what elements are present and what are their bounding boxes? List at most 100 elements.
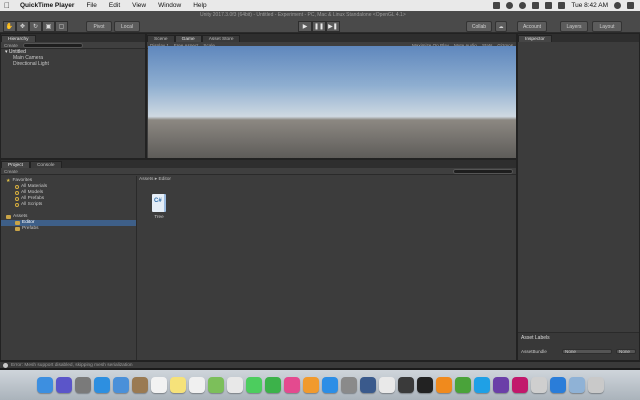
contacts-icon[interactable] bbox=[131, 377, 148, 393]
unity-hub-icon[interactable] bbox=[530, 377, 547, 393]
step-icon[interactable]: ▶❚ bbox=[326, 21, 340, 32]
scene-tab-label: Scene bbox=[154, 36, 168, 42]
folder-label: Prefabs bbox=[22, 226, 39, 231]
tab-inspector[interactable]: Inspector bbox=[518, 35, 552, 42]
menu-view[interactable]: View bbox=[126, 2, 152, 9]
spotlight-icon[interactable] bbox=[614, 2, 621, 9]
account-dropdown[interactable]: Account bbox=[517, 21, 547, 32]
script-file-tile[interactable]: C# bbox=[152, 194, 166, 212]
menu-help[interactable]: Help bbox=[187, 2, 212, 9]
hierarchy-subbar: Create bbox=[1, 42, 145, 49]
battery-icon[interactable] bbox=[558, 2, 566, 9]
move-tool-icon[interactable]: ✥ bbox=[16, 21, 29, 32]
vlc-icon[interactable] bbox=[435, 377, 452, 393]
search-icon bbox=[15, 203, 19, 207]
breadcrumb-editor[interactable]: Editor bbox=[158, 177, 171, 182]
safari-icon[interactable] bbox=[93, 377, 110, 393]
unity-icon[interactable] bbox=[397, 377, 414, 393]
scale-tool-icon[interactable]: ▣ bbox=[42, 21, 55, 32]
visual-studio-icon[interactable] bbox=[492, 377, 509, 393]
project-create-button[interactable]: Create bbox=[4, 169, 18, 174]
menu-edit[interactable]: Edit bbox=[103, 2, 126, 9]
skype-icon[interactable] bbox=[473, 377, 490, 393]
folder-icon bbox=[6, 215, 11, 219]
console-tab-label: Console bbox=[36, 162, 55, 168]
facetime-icon[interactable] bbox=[264, 377, 281, 393]
rotate-tool-icon[interactable]: ↻ bbox=[29, 21, 42, 32]
search-icon bbox=[15, 185, 19, 189]
calendar-icon[interactable] bbox=[150, 377, 167, 393]
hierarchy-create-button[interactable]: Create bbox=[4, 43, 18, 48]
trash-icon[interactable] bbox=[587, 377, 604, 393]
siri-icon[interactable] bbox=[55, 377, 72, 393]
itunes-icon[interactable] bbox=[283, 377, 300, 393]
hand-tool-icon[interactable]: ✋ bbox=[3, 21, 16, 32]
game-viewport[interactable] bbox=[148, 46, 516, 158]
downloads-icon[interactable] bbox=[568, 377, 585, 393]
layout-dropdown[interactable]: Layout bbox=[592, 21, 622, 32]
asset-bundle-row: AssetBundle None None bbox=[521, 349, 636, 354]
inspector-tabbar: Inspector bbox=[518, 34, 639, 42]
bluetooth-icon[interactable] bbox=[519, 2, 527, 9]
cloud-icon[interactable]: ☁ bbox=[495, 21, 507, 32]
finder-icon[interactable] bbox=[36, 377, 53, 393]
tab-scene[interactable]: Scene bbox=[147, 35, 175, 42]
system-preferences-icon[interactable] bbox=[340, 377, 357, 393]
breadcrumb-assets[interactable]: Assets bbox=[139, 177, 153, 182]
tab-console[interactable]: Console bbox=[29, 161, 62, 168]
asset-labels-section: Asset Labels AssetBundle None None bbox=[518, 332, 639, 360]
menu-file[interactable]: File bbox=[80, 2, 102, 9]
launchpad-icon[interactable] bbox=[74, 377, 91, 393]
messages-icon[interactable] bbox=[245, 377, 262, 393]
menu-window[interactable]: Window bbox=[152, 2, 187, 9]
quicktime-icon[interactable] bbox=[359, 377, 376, 393]
mail-icon[interactable] bbox=[112, 377, 129, 393]
inspector-tab-label: Inspector bbox=[525, 36, 545, 42]
project-tab-label: Project bbox=[8, 162, 23, 168]
collab-button[interactable]: Collab bbox=[466, 21, 492, 32]
notes-icon[interactable] bbox=[169, 377, 186, 393]
folder-prefabs[interactable]: Prefabs bbox=[1, 226, 136, 232]
xbox-icon[interactable] bbox=[454, 377, 471, 393]
project-tabbar: Project Console bbox=[1, 160, 516, 168]
tab-project[interactable]: Project bbox=[1, 161, 30, 168]
notification-center-icon[interactable] bbox=[627, 2, 634, 9]
rect-tool-icon[interactable]: ▢ bbox=[55, 21, 68, 32]
wifi-icon[interactable] bbox=[532, 2, 540, 9]
folder-icon bbox=[15, 221, 20, 225]
play-icon[interactable]: ▶ bbox=[298, 21, 312, 32]
project-panel: Project Console Create ★ Favorites All Ma… bbox=[0, 159, 517, 361]
hierarchy-search-input[interactable] bbox=[22, 42, 83, 48]
star-icon: ★ bbox=[6, 178, 11, 184]
apple-menu-icon[interactable]:  bbox=[0, 1, 14, 10]
status-area: Tue 8:42 AM bbox=[493, 2, 640, 9]
airplay-icon[interactable] bbox=[493, 2, 501, 9]
search-icon bbox=[15, 191, 19, 195]
app-store-icon[interactable] bbox=[321, 377, 338, 393]
hierarchy-item-directional-light[interactable]: Directional Light bbox=[1, 61, 145, 67]
volume-icon[interactable] bbox=[545, 2, 553, 9]
tab-hierarchy[interactable]: Hierarchy bbox=[1, 35, 36, 42]
terminal-icon[interactable] bbox=[416, 377, 433, 393]
photos-icon[interactable] bbox=[226, 377, 243, 393]
csharp-icon: C# bbox=[154, 198, 162, 204]
maps-icon[interactable] bbox=[207, 377, 224, 393]
git-client-icon[interactable] bbox=[549, 377, 566, 393]
status-bar[interactable]: Error: Mesh support disabled, skipping m… bbox=[0, 361, 640, 368]
ibooks-icon[interactable] bbox=[302, 377, 319, 393]
chrome-icon[interactable] bbox=[378, 377, 395, 393]
reminders-icon[interactable] bbox=[188, 377, 205, 393]
rider-icon[interactable] bbox=[511, 377, 528, 393]
pause-icon[interactable]: ❚❚ bbox=[312, 21, 326, 32]
layers-dropdown[interactable]: Layers bbox=[560, 21, 588, 32]
project-search-input[interactable] bbox=[453, 168, 513, 174]
asset-variant-dropdown[interactable]: None bbox=[616, 349, 636, 354]
time-machine-icon[interactable] bbox=[506, 2, 514, 9]
tab-game[interactable]: Game bbox=[174, 35, 202, 42]
pivot-button[interactable]: Pivot bbox=[86, 21, 112, 32]
tab-asset-store[interactable]: Asset Store bbox=[201, 35, 241, 42]
asset-bundle-dropdown[interactable]: None bbox=[562, 349, 612, 354]
local-button[interactable]: Local bbox=[114, 21, 140, 32]
app-menu[interactable]: QuickTime Player bbox=[14, 2, 80, 9]
clock[interactable]: Tue 8:42 AM bbox=[571, 2, 608, 9]
